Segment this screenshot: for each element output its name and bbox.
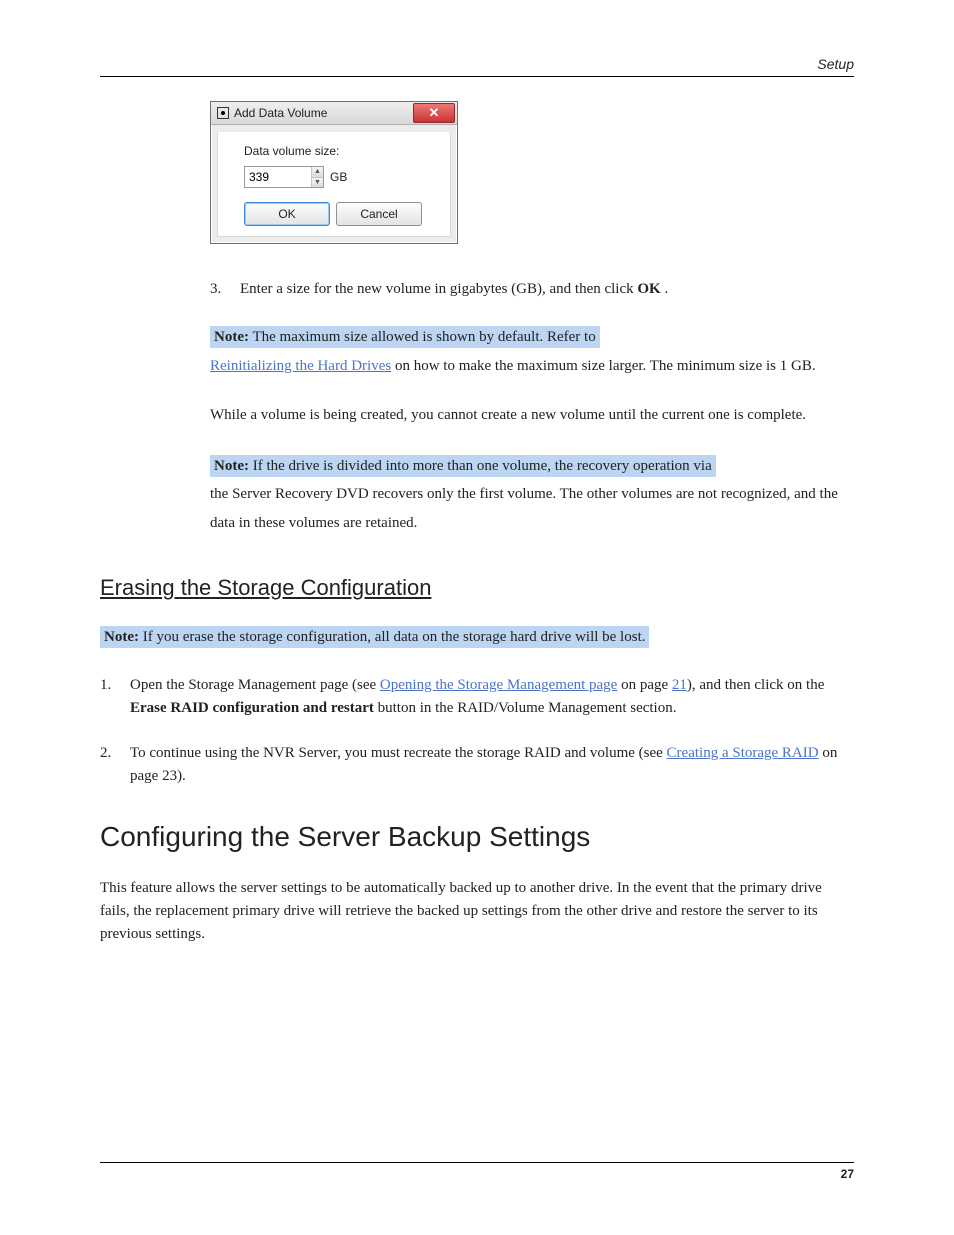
volume-size-label: Data volume size: (244, 144, 440, 158)
ok-button[interactable]: OK (244, 202, 330, 226)
link-reinit-drives[interactable]: Reinitializing the Hard Drives (210, 358, 391, 374)
link-page-21[interactable]: 21 (672, 677, 687, 693)
erase-step-2: 2. To continue using the NVR Server, you… (100, 742, 854, 789)
page-header: Setup (100, 56, 854, 77)
note-max-size: Note: The maximum size allowed is shown … (210, 323, 854, 380)
add-data-volume-dialog: Add Data Volume ✕ Data volume size: ▲ ▼ (210, 101, 458, 244)
spin-down-icon[interactable]: ▼ (312, 177, 323, 188)
dialog-title: Add Data Volume (234, 106, 327, 120)
server-backup-description: This feature allows the server settings … (100, 877, 854, 947)
dialog-body: Data volume size: ▲ ▼ GB OK Cancel (217, 131, 451, 237)
heading-erase-storage: Erasing the Storage Configuration (100, 575, 854, 601)
cancel-button[interactable]: Cancel (336, 202, 422, 226)
step-number: 3. (210, 278, 226, 301)
dialog-titlebar: Add Data Volume ✕ (211, 102, 457, 125)
section-name: Setup (817, 56, 854, 72)
volume-size-input[interactable] (245, 167, 311, 187)
step-number: 1. (100, 674, 116, 721)
volume-size-stepper[interactable]: ▲ ▼ (244, 166, 324, 188)
page-footer: 27 (100, 1162, 854, 1181)
step-3: 3. Enter a size for the new volume in gi… (210, 278, 854, 301)
note-erase-warning: Note: If you erase the storage configura… (100, 623, 854, 652)
warning-single-volume: While a volume is being created, you can… (210, 404, 854, 427)
heading-server-backup: Configuring the Server Backup Settings (100, 821, 854, 853)
page-number: 27 (841, 1167, 854, 1181)
spin-up-icon[interactable]: ▲ (312, 167, 323, 177)
close-button[interactable]: ✕ (413, 103, 455, 123)
erase-step-1: 1. Open the Storage Management page (see… (100, 674, 854, 721)
link-open-storage-page[interactable]: Opening the Storage Management page (380, 677, 617, 693)
close-icon: ✕ (429, 105, 440, 121)
note-recovery: Note: If the drive is divided into more … (210, 452, 854, 538)
unit-label: GB (330, 170, 347, 184)
step-number: 2. (100, 742, 116, 789)
system-icon (217, 107, 229, 119)
link-creating-storage-raid[interactable]: Creating a Storage RAID (667, 745, 819, 761)
